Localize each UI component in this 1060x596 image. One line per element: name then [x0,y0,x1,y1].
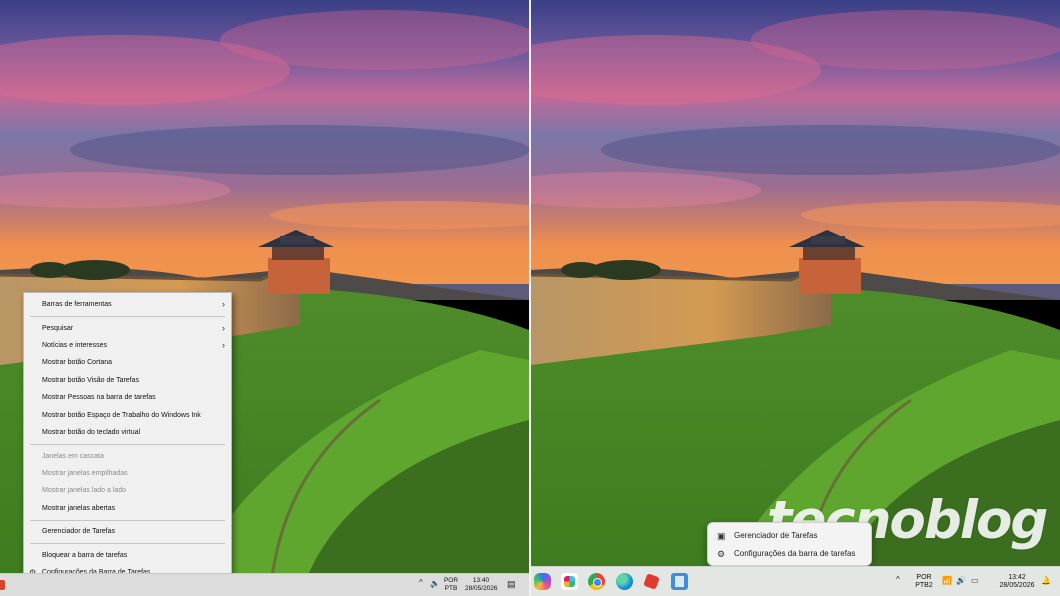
menu-separator [30,519,225,521]
app-icon-partial[interactable] [0,580,5,590]
task-manager-icon: ▣ [717,531,726,541]
taskbar-clock[interactable]: 13:42 28/05/2026 [998,574,1036,590]
menu-item-stacked-windows: Mostrar janelas empilhadas [42,469,128,477]
menu-item-news-interests[interactable]: Notícias e interesses › [24,337,231,354]
battery-icon[interactable]: ▭ [971,576,979,585]
menu-item-show-people[interactable]: Mostrar Pessoas na barra de tarefas [24,389,231,406]
chevron-right-icon: › [222,322,225,333]
speaker-icon[interactable]: 🔊 [956,576,966,585]
chrome-icon[interactable] [588,573,605,590]
menu-item-toolbars[interactable]: Barras de ferramentas › [24,296,231,313]
menu-item-side-by-side: Mostrar janelas lado a lado [42,487,127,495]
menu-separator [30,443,225,445]
keyboard-layout-code: PTB2 [915,582,933,589]
puzzle-app-icon[interactable] [643,573,660,590]
menu-item-show-desktop[interactable]: Mostrar janelas abertas [24,500,231,517]
left-screenshot-windows10: Barras de ferramentas › Pesquisar › Notíci… [0,0,529,596]
notepad-icon[interactable] [671,573,688,590]
menu-separator [30,315,225,317]
menu-item-task-manager[interactable]: ▣ Gerenciador de Tarefas [708,527,871,545]
input-language-indicator[interactable]: POR PTB [442,577,460,593]
edge-icon[interactable] [616,573,633,590]
chevron-right-icon: › [222,299,225,309]
menu-item-show-windows-ink[interactable]: Mostrar botão Espaço de Trabalho do Wind… [24,407,231,424]
menu-item-task-manager[interactable]: Gerenciador de Tarefas [24,523,231,540]
menu-item-cascade-windows: Janelas em cascata [42,452,104,460]
system-tray: ^ 🔈 POR PTB 13:40 28/05/2026 ▤ [415,574,529,596]
input-language-indicator[interactable]: POR PTB2 [913,574,935,590]
language-code: POR [916,574,932,581]
copilot-icon[interactable] [534,573,551,590]
taskbar-clock[interactable]: 13:40 28/05/2026 [465,577,498,593]
clock-date: 28/05/2026 [999,582,1035,589]
taskbar-win11[interactable]: ^ POR PTB2 📶 🔊 ▭ 13:42 28/05/2026 🔔 [531,566,1060,596]
system-tray: ^ POR PTB2 📶 🔊 ▭ 13:42 28/05/2026 🔔 [891,567,1060,596]
chevron-up-icon[interactable]: ^ [419,578,423,587]
menu-item-lock-taskbar[interactable]: Bloquear a barra de tarefas [24,547,231,564]
taskbar-win10[interactable]: ^ 🔈 POR PTB 13:40 28/05/2026 ▤ [0,573,529,596]
menu-item-show-touch-keyboard[interactable]: Mostrar botão do teclado virtual [24,424,231,441]
taskbar-context-menu: Barras de ferramentas › Pesquisar › Notíci… [23,292,232,586]
clock-time: 13:40 [472,577,490,584]
menu-item-taskbar-settings[interactable]: ⚙ Configurações da barra de tarefas [708,545,871,563]
language-code: POR [443,577,459,584]
wifi-icon[interactable]: 📶 [942,576,952,585]
speaker-icon[interactable]: 🔈 [430,579,440,588]
chevron-right-icon: › [222,339,225,350]
clock-date: 28/05/2026 [465,585,498,592]
notification-center-icon[interactable]: ▤ [507,579,516,590]
menu-item-show-cortana[interactable]: Mostrar botão Cortana [24,354,231,371]
clock-time: 13:42 [1008,574,1026,581]
chevron-up-icon[interactable]: ^ [896,575,900,584]
menu-item-search[interactable]: Pesquisar › [24,320,231,337]
gear-icon: ⚙ [717,549,726,559]
right-screenshot-windows11: tecnoblog ▣ Gerenciador de Tarefas ⚙ Con… [531,0,1060,596]
slack-icon[interactable] [561,573,578,590]
notification-bell-icon[interactable]: 🔔 [1041,576,1051,585]
menu-separator [30,543,225,545]
keyboard-layout-code: PTB [444,585,458,592]
taskbar-context-menu-win11: ▣ Gerenciador de Tarefas ⚙ Configurações… [707,522,872,566]
menu-item-show-task-view[interactable]: Mostrar botão Visão de Tarefas [24,372,231,389]
